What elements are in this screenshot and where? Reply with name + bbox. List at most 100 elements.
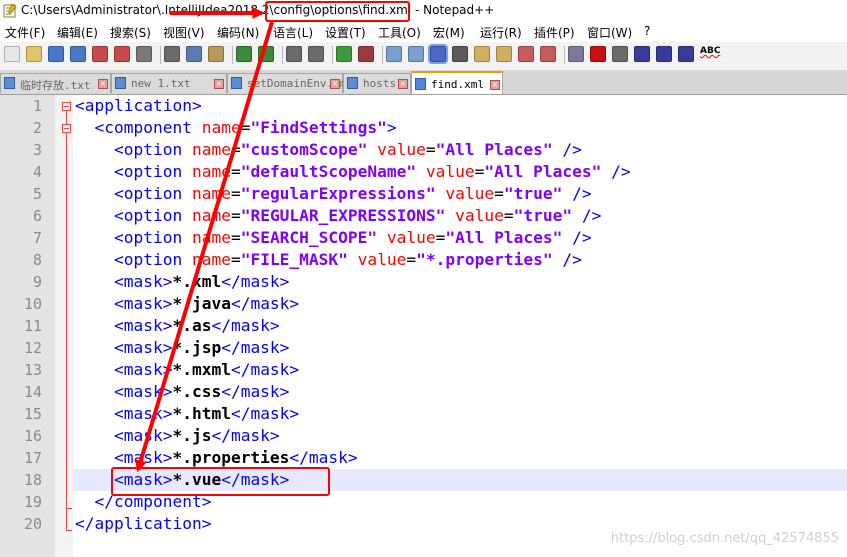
show-all-chars-icon[interactable] (452, 46, 468, 62)
cut-icon[interactable] (164, 46, 180, 62)
menu-item-1[interactable]: 编辑(E) (57, 24, 98, 41)
save-macro-icon[interactable] (678, 46, 694, 62)
close-icon[interactable] (92, 46, 108, 62)
doc-map-icon[interactable] (496, 46, 512, 62)
attr-name: name (191, 118, 241, 137)
menu-item-10[interactable]: 插件(P) (534, 24, 575, 41)
find-icon[interactable] (286, 46, 302, 62)
new-file-icon[interactable] (4, 46, 20, 62)
copy-icon[interactable] (186, 46, 202, 62)
zoom-out-icon[interactable] (358, 46, 374, 62)
code-line[interactable]: <mask>*.js</mask> (75, 425, 280, 447)
line-number: 18 (23, 471, 42, 489)
code-line[interactable]: <mask>*.as</mask> (75, 315, 280, 337)
code-line[interactable]: <option name="REGULAR_EXPRESSIONS" value… (75, 205, 601, 227)
monitor-icon[interactable] (568, 46, 584, 62)
folder-workspace-icon[interactable] (540, 46, 556, 62)
toolbar-separator (332, 46, 333, 64)
code-line[interactable]: </application> (75, 513, 211, 535)
xml-tag: </application> (75, 514, 212, 533)
menu-item-0[interactable]: 文件(F) (5, 24, 45, 41)
tab-1[interactable]: new 1.txt × (111, 73, 227, 93)
attr-equals: = (230, 184, 241, 203)
sync-h-icon[interactable] (408, 46, 424, 62)
attr-value: "REGULAR_EXPRESSIONS" (240, 206, 446, 225)
code-line[interactable]: <mask>*.jsp</mask> (75, 337, 289, 359)
undo-icon[interactable] (236, 46, 252, 62)
attr-name: name (182, 206, 231, 225)
paste-icon[interactable] (208, 46, 224, 62)
code-line[interactable]: <option name="SEARCH_SCOPE" value="All P… (75, 227, 592, 249)
tab-2[interactable]: setDomainEnv.cmd × (227, 73, 353, 93)
line-number-gutter: 1 2 3 4 5 6 7 8 9 10 11 12 13 14 15 16 17 18 19 20 (0, 95, 55, 557)
mask-value: *.jsp (172, 338, 222, 357)
play-multi-macro-icon[interactable] (656, 46, 672, 62)
record-macro-icon[interactable] (590, 46, 606, 62)
attr-name: name (182, 162, 231, 181)
xml-tag-close: </mask> (289, 448, 358, 467)
redo-icon[interactable] (258, 46, 274, 62)
tab-close-icon[interactable]: × (398, 79, 408, 89)
attr-name: value (445, 206, 504, 225)
code-line[interactable]: <application> (75, 95, 202, 117)
toolbar: ABC (0, 42, 847, 71)
function-list-icon[interactable] (518, 46, 534, 62)
zoom-in-icon[interactable] (336, 46, 352, 62)
toolbar-separator (160, 46, 161, 64)
menu-item-11[interactable]: 窗口(W) (587, 24, 632, 41)
stop-macro-icon[interactable] (612, 46, 628, 62)
menu-item-2[interactable]: 搜索(S) (110, 24, 151, 41)
tab-close-icon[interactable]: × (98, 79, 108, 89)
menu-item-8[interactable]: 宏(M) (433, 24, 465, 41)
code-line[interactable]: <option name="defaultScopeName" value="A… (75, 161, 631, 183)
replace-icon[interactable] (308, 46, 324, 62)
fold-margin[interactable] (55, 95, 73, 557)
open-file-icon[interactable] (26, 46, 42, 62)
line-number: 9 (32, 273, 42, 291)
code-line[interactable]: <option name="FILE_MASK" value="*.proper… (75, 249, 582, 271)
tab-3[interactable]: hosts × (343, 73, 411, 93)
save-icon[interactable] (48, 46, 64, 62)
code-line[interactable]: <mask>*.xml</mask> (75, 271, 289, 293)
menu-item-5[interactable]: 语言(L) (273, 24, 313, 41)
file-tab-icon (115, 77, 126, 89)
code-line[interactable]: <mask>*.properties</mask> (75, 447, 358, 469)
attr-value: "All Places" (445, 228, 563, 247)
tab-close-icon[interactable]: × (214, 79, 224, 89)
code-line[interactable]: <mask>*.html</mask> (75, 403, 299, 425)
tab-0[interactable]: 临时存放.txt × (0, 73, 111, 93)
line-number: 6 (32, 207, 42, 225)
fold-toggle-icon[interactable] (62, 102, 71, 111)
menu-item-6[interactable]: 设置(T) (325, 24, 366, 41)
save-all-icon[interactable] (70, 46, 86, 62)
menu-item-7[interactable]: 工具(O) (378, 24, 421, 41)
menu-bar: 文件(F) 编辑(E) 搜索(S) 视图(V) 编码(N) 语言(L) 设置(T) 工具(O)… (0, 22, 847, 42)
code-line[interactable]: <option name="regularExpressions" value=… (75, 183, 592, 205)
menu-item-9[interactable]: 运行(R) (480, 24, 522, 41)
sync-v-icon[interactable] (386, 46, 402, 62)
code-line[interactable]: <mask>*.mxml</mask> (75, 359, 299, 381)
play-macro-icon[interactable] (634, 46, 650, 62)
menu-item-3[interactable]: 视图(V) (163, 24, 205, 41)
code-line[interactable]: <option name="customScope" value="All Pl… (75, 139, 582, 161)
spell-check-icon[interactable]: ABC (700, 46, 720, 62)
word-wrap-icon[interactable] (428, 44, 448, 64)
code-line[interactable]: <mask>*.css</mask> (75, 381, 289, 403)
indent-guide-icon[interactable] (474, 46, 490, 62)
xml-tag-end: /> (562, 184, 592, 203)
code-line[interactable]: <mask>*.java</mask> (75, 293, 299, 315)
tab-close-icon[interactable]: × (490, 80, 500, 90)
menu-item-12[interactable]: ? (644, 24, 650, 38)
notepadpp-logo-icon (3, 3, 17, 18)
fold-toggle-icon[interactable] (62, 124, 71, 133)
tab-4[interactable]: find.xml × (411, 71, 503, 94)
attr-name: name (182, 228, 231, 247)
close-all-icon[interactable] (114, 46, 130, 62)
menu-item-4[interactable]: 编码(N) (217, 24, 259, 41)
code-line[interactable]: <component name="FindSettings"> (75, 117, 397, 139)
tab-close-icon[interactable]: × (330, 79, 340, 89)
print-icon[interactable] (136, 46, 152, 62)
